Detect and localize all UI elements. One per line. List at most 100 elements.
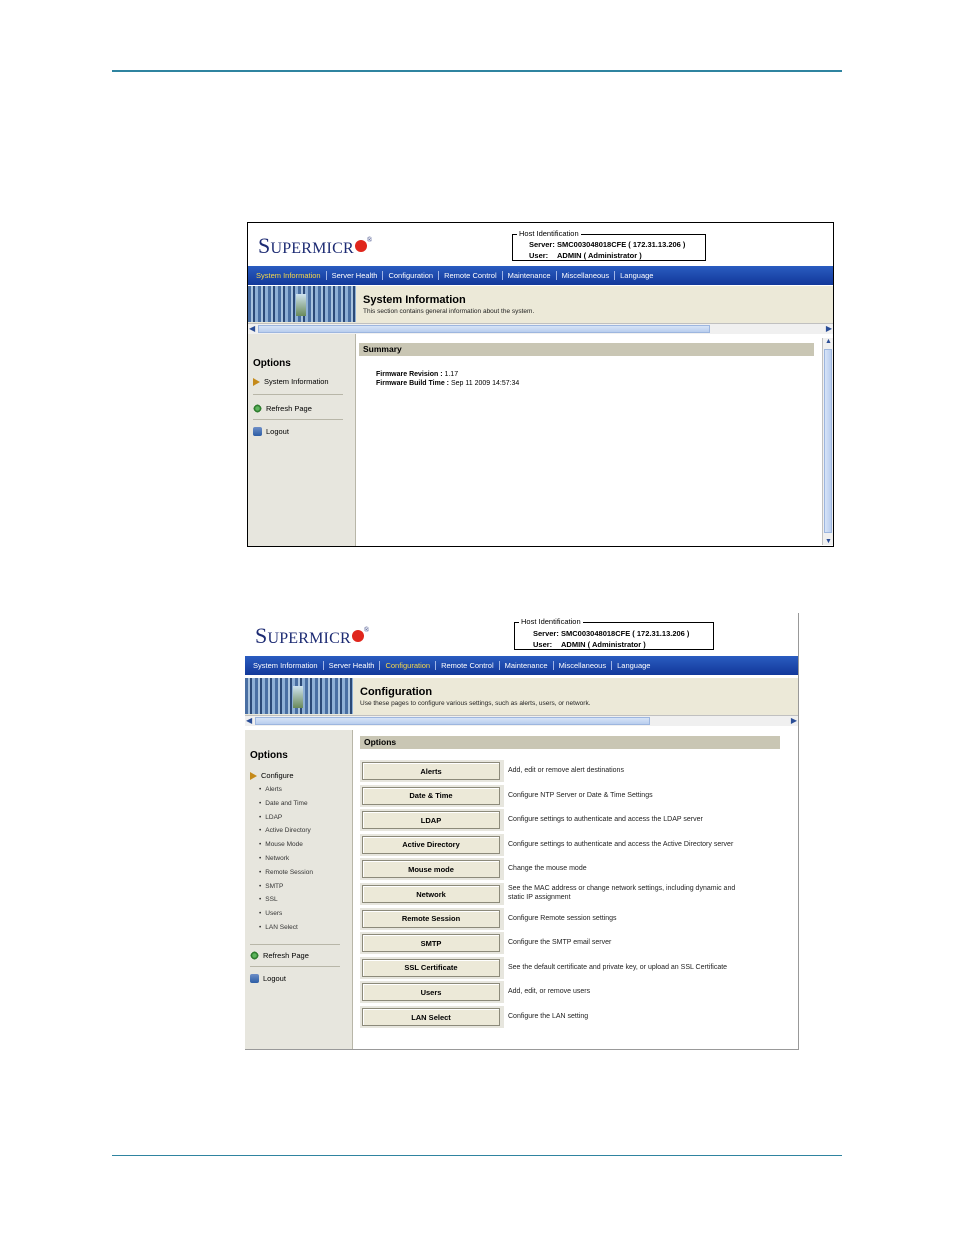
horizontal-scrollbar[interactable]: ◀ ▶ — [245, 715, 798, 726]
header: SUPERMICR ® Host Identification Server: SM… — [245, 613, 798, 657]
network-description: See the MAC address or change network se… — [508, 885, 736, 901]
page-description: Use these pages to configure various set… — [360, 700, 591, 707]
sidebar-subitem-network[interactable]: Network — [259, 855, 289, 862]
server-room-image — [245, 678, 353, 714]
divider — [250, 966, 340, 967]
alerts-description: Add, edit or remove alert destinations — [508, 767, 624, 774]
logout-link[interactable]: Logout — [253, 427, 289, 436]
network-button[interactable]: Network — [362, 885, 500, 903]
host-identification-box: Host Identification Server: SMC003048018C… — [512, 228, 706, 261]
nav-item-maintenance[interactable]: Maintenance — [503, 271, 557, 280]
nav-item-remote-control[interactable]: Remote Control — [439, 271, 503, 280]
scroll-left-icon[interactable]: ◀ — [249, 324, 255, 334]
refresh-page-link[interactable]: Refresh Page — [250, 951, 309, 960]
logout-icon — [250, 974, 259, 983]
header: SUPERMICR ® Host Identification Server: SM… — [248, 223, 833, 267]
page-title: Configuration — [360, 686, 433, 698]
active-directory-button[interactable]: Active Directory — [362, 835, 500, 854]
scrollbar-thumb[interactable] — [824, 349, 832, 533]
ssl-certificate-description: See the default certificate and private … — [508, 963, 728, 971]
sidebar-subitem-ssl[interactable]: SSL — [259, 896, 277, 903]
sidebar-subitem-active-directory[interactable]: Active Directory — [259, 827, 311, 834]
divider — [250, 944, 340, 945]
screenshot-configuration: SUPERMICR ® Host Identification Server: SM… — [245, 613, 799, 1050]
page-bottom-rule — [112, 1155, 842, 1156]
scroll-right-icon[interactable]: ▶ — [826, 324, 832, 334]
scrollbar-thumb[interactable] — [258, 325, 710, 333]
logout-link[interactable]: Logout — [250, 974, 286, 983]
sidebar-title: Options — [250, 750, 288, 761]
page-title: System Information — [363, 294, 466, 306]
sidebar-title: Options — [253, 358, 291, 369]
main-content: Summary Firmware Revision : 1.17 Firmwar… — [357, 334, 833, 546]
date-and-time-button[interactable]: Date & Time — [362, 786, 500, 805]
sidebar-subitem-users[interactable]: Users — [259, 910, 282, 917]
nav-item-language[interactable]: Language — [615, 271, 658, 280]
server-room-image — [248, 286, 356, 322]
sidebar-item-configure[interactable]: Configure — [250, 771, 294, 780]
nav-item-server-health[interactable]: Server Health — [327, 271, 384, 280]
nav-item-remote-control[interactable]: Remote Control — [436, 661, 500, 670]
scroll-left-icon[interactable]: ◀ — [246, 716, 252, 726]
alerts-button[interactable]: Alerts — [362, 762, 500, 780]
host-identification-legend: Host Identification — [517, 228, 581, 239]
divider — [253, 394, 343, 395]
nav-item-system-information[interactable]: System Information — [251, 271, 327, 280]
nav-item-maintenance[interactable]: Maintenance — [500, 661, 554, 670]
sidebar-subitem-lan-select[interactable]: LAN Select — [259, 924, 298, 931]
supermicro-logo: SUPERMICR ® — [258, 233, 373, 258]
summary-header: Summary — [359, 343, 814, 356]
remote-session-description: Configure Remote session settings — [508, 914, 617, 922]
ldap-description: Configure settings to authenticate and a… — [508, 816, 703, 824]
lan-select-button[interactable]: LAN Select — [362, 1008, 500, 1026]
page-banner: Configuration Use these pages to configu… — [245, 678, 798, 726]
sidebar-subitem-remote-session[interactable]: Remote Session — [259, 869, 313, 876]
smtp-button[interactable]: SMTP — [362, 934, 500, 953]
firmware-build-time: Firmware Build Time : Sep 11 2009 14:57:… — [376, 380, 520, 387]
sidebar-subitem-smtp[interactable]: SMTP — [259, 883, 283, 890]
divider — [253, 419, 343, 420]
nav-item-system-information[interactable]: System Information — [248, 661, 324, 670]
server-value: SMC003048018CFE ( 172.31.13.206 ) — [561, 629, 690, 638]
ssl-certificate-button[interactable]: SSL Certificate — [362, 958, 500, 977]
scroll-right-icon[interactable]: ▶ — [791, 716, 797, 726]
mouse-mode-description: Change the mouse mode — [508, 865, 587, 873]
page-description: This section contains general informatio… — [363, 308, 535, 315]
sidebar-subitem-alerts[interactable]: Alerts — [259, 786, 282, 793]
ldap-button[interactable]: LDAP — [362, 811, 500, 830]
sidebar-subitem-ldap[interactable]: LDAP — [259, 814, 282, 821]
nav-item-server-health[interactable]: Server Health — [324, 661, 381, 670]
lan-select-description: Configure the LAN setting — [508, 1013, 589, 1020]
nav-item-miscellaneous[interactable]: Miscellaneous — [557, 271, 616, 280]
supermicro-logo: SUPERMICR ® — [255, 623, 370, 648]
sidebar-subitem-mouse-mode[interactable]: Mouse Mode — [259, 841, 303, 848]
options-header: Options — [360, 736, 780, 749]
sidebar-subitem-date-and-time[interactable]: Date and Time — [259, 800, 307, 807]
refresh-page-link[interactable]: Refresh Page — [253, 404, 312, 413]
scroll-up-icon[interactable]: ▲ — [825, 338, 832, 345]
nav-item-miscellaneous[interactable]: Miscellaneous — [554, 661, 613, 670]
main-nav: System Information Server Health Configura… — [248, 266, 833, 285]
host-identification-legend: Host Identification — [519, 616, 583, 627]
screenshot-system-information: SUPERMICR ® Host Identification Server: SM… — [247, 222, 834, 547]
scroll-down-icon[interactable]: ▼ — [825, 538, 832, 545]
nav-item-language[interactable]: Language — [612, 661, 655, 670]
scrollbar-thumb[interactable] — [255, 717, 650, 725]
user-value: ADMIN ( Administrator ) — [557, 251, 642, 260]
sidebar-item-system-information[interactable]: System Information — [253, 377, 329, 386]
active-directory-description: Configure settings to authenticate and a… — [508, 840, 734, 848]
nav-item-configuration[interactable]: Configuration — [383, 271, 440, 280]
options-sidebar: Options Configure Alerts Date and Time LDA… — [245, 730, 353, 1049]
mouse-mode-button[interactable]: Mouse mode — [362, 860, 500, 879]
users-button[interactable]: Users — [362, 983, 500, 1002]
vertical-scrollbar[interactable]: ▲ ▼ — [822, 338, 833, 545]
page-top-rule — [112, 70, 842, 72]
logout-icon — [253, 427, 262, 436]
options-sidebar: Options System Information Refresh Page … — [248, 334, 356, 546]
arrow-icon — [250, 771, 257, 780]
arrow-icon — [253, 377, 260, 386]
horizontal-scrollbar[interactable]: ◀ ▶ — [248, 323, 833, 334]
main-nav: System Information Server Health Configura… — [245, 656, 798, 675]
nav-item-configuration[interactable]: Configuration — [380, 661, 437, 670]
remote-session-button[interactable]: Remote Session — [362, 909, 500, 928]
